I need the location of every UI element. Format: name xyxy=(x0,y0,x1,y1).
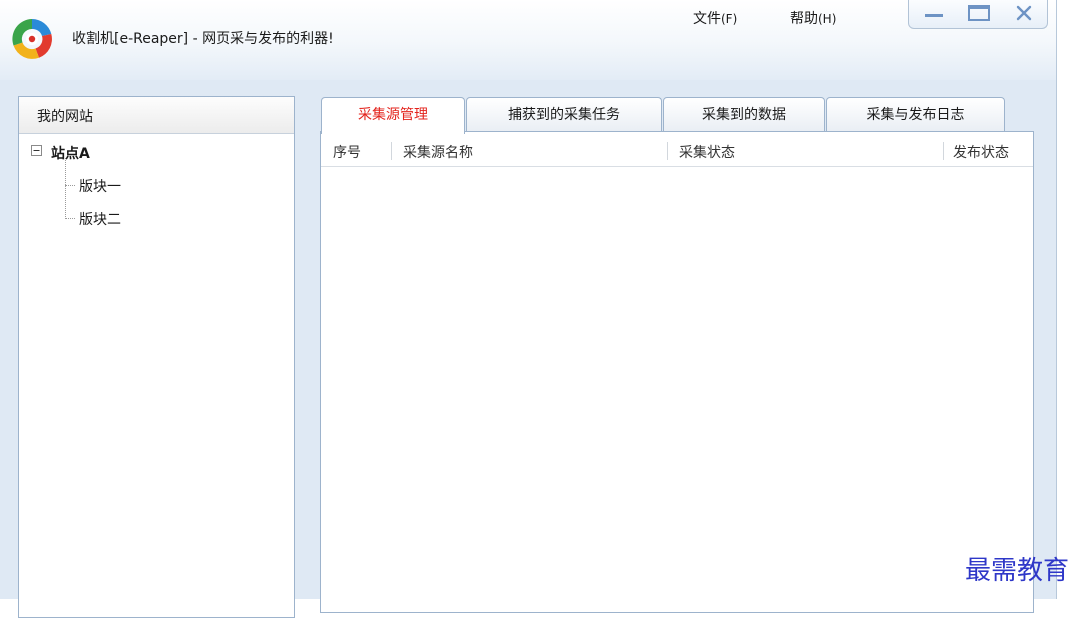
tree-node-section-2[interactable]: 版块二 xyxy=(79,209,121,229)
site-tree-panel: 我的网站 站点A 版块一 版块二 xyxy=(18,96,295,618)
tree-connector xyxy=(65,218,75,219)
column-header-collect-status[interactable]: 采集状态 xyxy=(679,142,735,162)
grid-header: 序号 采集源名称 采集状态 发布状态 xyxy=(321,136,1033,167)
close-icon xyxy=(1016,5,1032,21)
app-logo-icon xyxy=(9,16,55,62)
maximize-button[interactable] xyxy=(959,2,999,24)
menu-file[interactable]: 文件(F) xyxy=(693,8,737,28)
grid-body[interactable] xyxy=(321,168,1033,608)
menu-help-accel: (H) xyxy=(818,12,837,26)
tab-collect-publish-log[interactable]: 采集与发布日志 xyxy=(826,97,1005,132)
tab-captured-tasks[interactable]: 捕获到的采集任务 xyxy=(466,97,662,132)
column-divider[interactable] xyxy=(391,142,392,160)
minimize-button[interactable] xyxy=(914,2,954,24)
tab-source-management[interactable]: 采集源管理 xyxy=(321,97,465,134)
menu-help-label: 帮助 xyxy=(790,11,818,27)
menu-file-accel: (F) xyxy=(721,12,738,26)
column-divider[interactable] xyxy=(667,142,668,160)
window-controls xyxy=(908,0,1048,29)
column-divider[interactable] xyxy=(943,142,944,160)
tab-collected-data[interactable]: 采集到的数据 xyxy=(663,97,825,132)
menu-help[interactable]: 帮助(H) xyxy=(790,8,836,28)
collapse-icon[interactable] xyxy=(31,145,42,156)
watermark: 最需教育 xyxy=(965,556,1070,586)
title-bar[interactable]: 收割机[e-Reaper] - 网页采与发布的利器! 文件(F) 帮助(H) xyxy=(0,0,1056,80)
app-title: 收割机[e-Reaper] - 网页采与发布的利器! xyxy=(72,31,334,47)
tree-node-section-1[interactable]: 版块一 xyxy=(79,176,121,196)
site-tree-title: 我的网站 xyxy=(37,109,93,125)
app-window: 收割机[e-Reaper] - 网页采与发布的利器! 文件(F) 帮助(H) 我… xyxy=(0,0,1057,618)
minus-icon xyxy=(33,150,40,151)
tree-connector xyxy=(65,160,66,217)
tree-connector xyxy=(65,185,75,186)
column-header-publish-status[interactable]: 发布状态 xyxy=(953,142,1009,162)
site-tree-header: 我的网站 xyxy=(19,97,294,134)
tree-node-site-a[interactable]: 站点A xyxy=(51,143,90,163)
source-grid-panel: 序号 采集源名称 采集状态 发布状态 xyxy=(320,131,1034,613)
column-header-index[interactable]: 序号 xyxy=(333,142,361,162)
minimize-icon xyxy=(925,14,943,17)
menu-file-label: 文件 xyxy=(693,11,721,27)
close-button[interactable] xyxy=(1004,2,1044,24)
column-header-source-name[interactable]: 采集源名称 xyxy=(403,142,473,162)
maximize-icon xyxy=(968,5,990,21)
